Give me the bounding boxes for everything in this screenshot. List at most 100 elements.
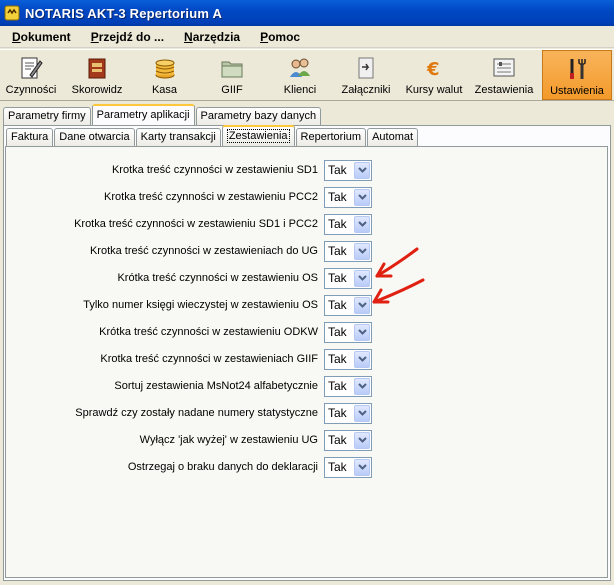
title-bar: NOTARIS AKT-3 Repertorium A — [0, 0, 614, 26]
setting-label: Krotka treść czynności w zestawieniu SD1 — [111, 164, 318, 176]
setting-row: Krótka treść czynności w zestawieniu ODK… — [0, 321, 372, 343]
setting-select[interactable]: Tak — [324, 456, 372, 478]
setting-label: Krotka treść czynności w zestawieniu PCC… — [104, 191, 318, 203]
select-value: Tak — [328, 244, 347, 258]
chevron-down-icon[interactable] — [354, 431, 370, 449]
toolbar-kursy-walut-button[interactable]: € Kursy walut — [399, 50, 469, 100]
toolbar-klienci-button[interactable]: Klienci — [267, 50, 333, 100]
tab-dane-otwarcia[interactable]: Dane otwarcia — [54, 128, 135, 146]
setting-select[interactable]: Tak — [324, 402, 372, 424]
select-value: Tak — [328, 406, 347, 420]
toolbar-label: Skorowidz — [71, 84, 123, 96]
chevron-down-icon[interactable] — [354, 458, 370, 476]
tab-automat[interactable]: Automat — [367, 128, 419, 146]
chevron-down-icon[interactable] — [354, 242, 370, 260]
setting-row: Ostrzegaj o braku danych do deklaracji Ta… — [0, 456, 372, 478]
setting-select[interactable]: Tak — [324, 429, 372, 451]
select-value: Tak — [328, 271, 347, 285]
tab-parametry-firmy[interactable]: Parametry firmy — [3, 107, 91, 125]
toolbar-czynnosci-button[interactable]: Czynności — [0, 50, 62, 100]
setting-label: Sprawdź czy zostały nadane numery statys… — [75, 407, 318, 419]
people-icon — [290, 58, 310, 77]
euro-icon: € — [426, 59, 440, 80]
coins-icon — [155, 59, 174, 79]
setting-select[interactable]: Tak — [324, 240, 372, 262]
setting-label: Krótka treść czynności w zestawieniu OS — [117, 272, 318, 284]
setting-row: Krotka treść czynności w zestawieniu SD1… — [0, 159, 372, 181]
chevron-down-icon[interactable] — [354, 269, 370, 287]
toolbar-zestawienia-button[interactable]: Zestawienia — [469, 50, 539, 100]
menu-dokument[interactable]: Dokument — [5, 30, 78, 44]
setting-select[interactable]: Tak — [324, 159, 372, 181]
menu-przejdz-do-rest: rzejdź do ... — [98, 29, 165, 44]
select-value: Tak — [328, 190, 347, 204]
setting-select[interactable]: Tak — [324, 213, 372, 235]
setting-select[interactable]: Tak — [324, 348, 372, 370]
setting-label: Ostrzegaj o braku danych do deklaracji — [127, 461, 318, 473]
setting-select[interactable]: Tak — [324, 321, 372, 343]
setting-select[interactable]: Tak — [324, 294, 372, 316]
app-icon — [4, 5, 20, 21]
chevron-down-icon[interactable] — [354, 188, 370, 206]
setting-select[interactable]: Tak — [324, 375, 372, 397]
tab-parametry-aplikacji[interactable]: Parametry aplikacji — [91, 104, 195, 125]
select-value: Tak — [328, 352, 347, 366]
document-edit-icon — [21, 57, 43, 79]
chevron-down-icon[interactable] — [354, 296, 370, 314]
book-icon — [88, 58, 106, 79]
attachment-icon — [358, 57, 374, 79]
toolbar-label: Kursy walut — [405, 84, 463, 96]
toolbar-zalaczniki-button[interactable]: Załączniki — [333, 50, 399, 100]
inner-tab-strip: Faktura Dane otwarcia Karty transakcji Z… — [6, 125, 419, 146]
toolbar-label: Załączniki — [341, 84, 391, 96]
setting-label: Wyłącz 'jak wyżej' w zestawieniu UG — [139, 434, 318, 446]
toolbar-kasa-button[interactable]: Kasa — [132, 50, 197, 100]
toolbar-skorowidz-button[interactable]: Skorowidz — [62, 50, 132, 100]
tab-faktura[interactable]: Faktura — [6, 128, 54, 146]
setting-row: Krótka treść czynności w zestawieniu OS T… — [0, 267, 372, 289]
toolbar-label: GIIF — [221, 84, 243, 96]
chevron-down-icon[interactable] — [354, 350, 370, 368]
tab-karty-transakcji[interactable]: Karty transakcji — [135, 128, 221, 146]
setting-row: Krotka treść czynności w zestawieniach d… — [0, 240, 372, 262]
chevron-down-icon[interactable] — [354, 161, 370, 179]
setting-select[interactable]: Tak — [324, 267, 372, 289]
tab-repertorium[interactable]: Repertorium — [295, 128, 367, 146]
select-value: Tak — [328, 460, 347, 474]
select-value: Tak — [328, 325, 347, 339]
select-value: Tak — [328, 298, 347, 312]
setting-label: Krotka treść czynności w zestawieniach G… — [100, 353, 318, 365]
setting-label: Krótka treść czynności w zestawieniu ODK… — [99, 326, 318, 338]
select-value: Tak — [328, 379, 347, 393]
menu-bar: Dokument Przejdź do ... Narzędzia Pomoc — [0, 26, 614, 48]
menu-pomoc[interactable]: Pomoc — [253, 30, 307, 44]
toolbar-label: Ustawienia — [550, 85, 604, 97]
setting-row: Tylko numer księgi wieczystej w zestawie… — [0, 294, 372, 316]
menu-narzedzia-rest: arzędzia — [192, 29, 241, 44]
menu-narzedzia-mnemonic: N — [184, 29, 193, 44]
toolbar-giif-button[interactable]: GIIF — [197, 50, 267, 100]
toolbar-label: Zestawienia — [474, 84, 534, 96]
toolbar-label: Czynności — [5, 84, 57, 96]
chevron-down-icon[interactable] — [354, 404, 370, 422]
toolbar-ustawienia-button[interactable]: Ustawienia — [542, 50, 612, 100]
folder-icon — [221, 61, 243, 78]
chevron-down-icon[interactable] — [354, 323, 370, 341]
chevron-down-icon[interactable] — [354, 215, 370, 233]
setting-row: Sortuj zestawienia MsNot24 alfabetycznie… — [0, 375, 372, 397]
menu-pomoc-mnemonic: P — [260, 29, 269, 44]
chevron-down-icon[interactable] — [354, 377, 370, 395]
setting-row: Krotka treść czynności w zestawieniach G… — [0, 348, 372, 370]
setting-row: Sprawdź czy zostały nadane numery statys… — [0, 402, 372, 424]
tab-zestawienia[interactable]: Zestawienia — [221, 125, 295, 146]
tab-zestawienia-label: Zestawienia — [226, 129, 290, 143]
menu-narzedzia[interactable]: Narzędzia — [177, 30, 247, 44]
setting-select[interactable]: Tak — [324, 186, 372, 208]
select-value: Tak — [328, 433, 347, 447]
toolbar-label: Klienci — [283, 84, 317, 96]
menu-dokument-mnemonic: D — [12, 29, 21, 44]
tab-parametry-bazy-danych[interactable]: Parametry bazy danych — [195, 107, 322, 125]
menu-przejdz-do[interactable]: Przejdź do ... — [84, 30, 171, 44]
setting-row: Krotka treść czynności w zestawieniu SD1… — [0, 213, 372, 235]
setting-label: Sortuj zestawienia MsNot24 alfabetycznie — [114, 380, 318, 392]
